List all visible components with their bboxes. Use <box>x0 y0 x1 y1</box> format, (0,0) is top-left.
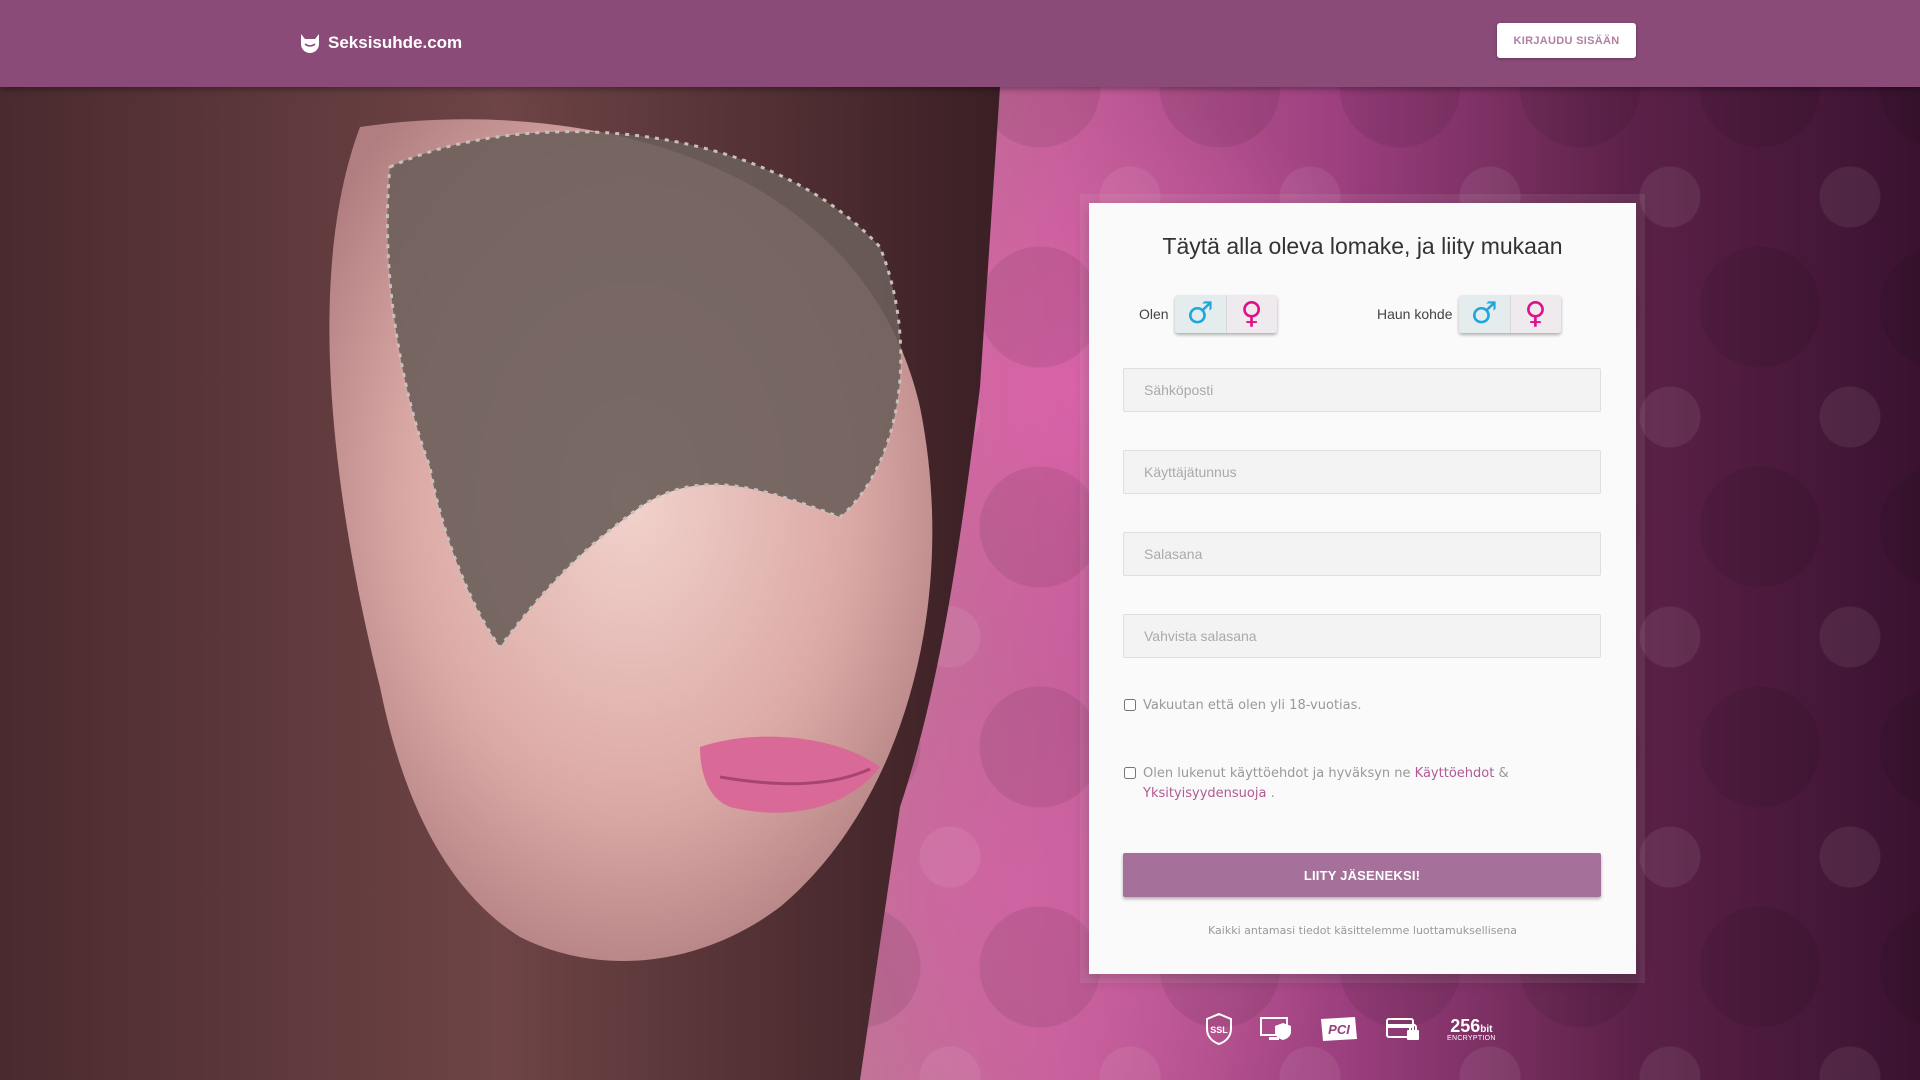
encryption-number: 256bit <box>1450 1015 1493 1036</box>
top-header: Seksisuhde.com KIRJAUDU SISÄÄN <box>0 0 1920 87</box>
i-am-label: Olen <box>1139 306 1169 322</box>
male-icon: ♂ <box>1186 296 1214 331</box>
seeking-group: Haun kohde ♂ ♀ <box>1377 294 1561 334</box>
security-badges: SSL PCI 256bit ENCRYPTION <box>1205 1010 1496 1048</box>
seeking-label: Haun kohde <box>1377 306 1453 322</box>
logo-text: Seksisuhde.com <box>328 33 463 52</box>
terms-suffix: . <box>1270 786 1275 801</box>
terms-text: Olen lukenut käyttöehdot ja hyväksyn ne … <box>1143 764 1509 804</box>
form-title: Täytä alla oleva lomake, ja liity mukaan <box>1162 233 1563 259</box>
encryption-badge: 256bit ENCRYPTION <box>1447 1017 1496 1042</box>
terms-amp: & <box>1498 766 1509 781</box>
i-am-female-button[interactable]: ♀ <box>1225 295 1277 333</box>
age-confirm-row: Vakuutan että olen yli 18-vuotias. <box>1124 696 1584 716</box>
logo-cat-icon <box>301 34 319 53</box>
privacy-note: Kaikki antamasi tiedot käsittelemme luot… <box>1208 924 1517 937</box>
masked-woman-photo <box>0 87 1000 1080</box>
seeking-female-button[interactable]: ♀ <box>1509 295 1561 333</box>
age-confirm-checkbox[interactable] <box>1124 699 1136 711</box>
male-icon: ♂ <box>1470 296 1498 331</box>
encryption-label: ENCRYPTION <box>1447 1034 1496 1042</box>
terms-row: Olen lukenut käyttöehdot ja hyväksyn ne … <box>1124 764 1584 804</box>
password-input[interactable] <box>1123 532 1601 576</box>
join-button[interactable]: LIITY JÄSENEKSI! <box>1123 853 1601 897</box>
terms-link[interactable]: Käyttöehdot <box>1415 766 1495 781</box>
pci-icon: PCI <box>1319 1015 1359 1043</box>
login-button[interactable]: KIRJAUDU SISÄÄN <box>1497 23 1636 58</box>
seeking-male-button[interactable]: ♂ <box>1458 295 1510 333</box>
secure-computer-icon <box>1259 1015 1293 1043</box>
privacy-link[interactable]: Yksityisyydensuoja <box>1143 786 1266 801</box>
signup-form-card: Täytä alla oleva lomake, ja liity mukaan… <box>1089 203 1636 974</box>
confirm-password-input[interactable] <box>1123 614 1601 658</box>
female-icon: ♀ <box>1240 296 1263 331</box>
pci-text: PCI <box>1328 1022 1350 1037</box>
terms-prefix: Olen lukenut käyttöehdot ja hyväksyn ne <box>1143 766 1411 781</box>
terms-checkbox[interactable] <box>1124 767 1136 779</box>
i-am-group: Olen ♂ ♀ <box>1139 294 1277 334</box>
seeking-toggle: ♂ ♀ <box>1458 295 1561 333</box>
ssl-shield-icon: SSL <box>1205 1013 1233 1045</box>
i-am-toggle: ♂ ♀ <box>1174 295 1277 333</box>
age-confirm-text: Vakuutan että olen yli 18-vuotias. <box>1143 698 1362 713</box>
site-logo[interactable]: Seksisuhde.com <box>298 27 462 59</box>
ssl-text: SSL <box>1210 1025 1228 1035</box>
female-icon: ♀ <box>1524 296 1547 331</box>
i-am-male-button[interactable]: ♂ <box>1174 295 1226 333</box>
email-input[interactable] <box>1123 368 1601 412</box>
username-input[interactable] <box>1123 450 1601 494</box>
secure-card-icon <box>1385 1015 1421 1043</box>
